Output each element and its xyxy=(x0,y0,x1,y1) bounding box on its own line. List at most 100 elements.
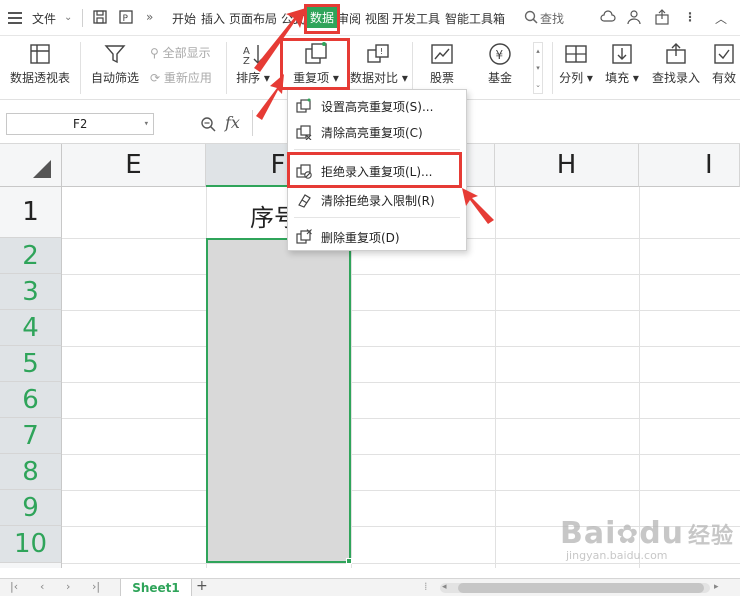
last-sheet-icon[interactable]: ›| xyxy=(92,580,100,593)
tab-smart-toolbox[interactable]: 智能工具箱 xyxy=(445,10,505,27)
tab-home[interactable]: 开始 xyxy=(172,10,196,27)
name-box[interactable]: F2 ▾ xyxy=(6,113,154,135)
splitter-icon[interactable]: ⁞ xyxy=(424,580,428,593)
column-header-i[interactable]: I xyxy=(639,144,740,187)
row-header-6[interactable]: 6 xyxy=(0,382,62,418)
scroll-right-icon[interactable]: ▸ xyxy=(714,582,719,592)
fund-button[interactable]: ¥ 基金 xyxy=(478,42,522,86)
row-header-11[interactable]: 11 xyxy=(0,563,62,568)
tab-view[interactable]: 视图 xyxy=(365,10,389,27)
tab-developer[interactable]: 开发工具 xyxy=(392,10,440,27)
tab-insert[interactable]: 插入 xyxy=(201,10,225,27)
sort-label: 排序 ▾ xyxy=(236,71,270,85)
row-header-1[interactable]: 1 xyxy=(0,187,62,238)
autofilter-button[interactable]: 自动筛选 xyxy=(88,42,142,86)
annotation-box-data-tab xyxy=(304,4,340,34)
gallery-scroll-icon[interactable]: ▴ ▾ ⌄ xyxy=(533,42,543,94)
add-sheet-button[interactable]: + xyxy=(196,578,208,594)
zoom-icon[interactable] xyxy=(200,116,216,132)
row-header-2[interactable]: 2 xyxy=(0,238,62,274)
more-options-icon[interactable]: ⋮ xyxy=(684,10,696,24)
chevron-down-icon[interactable]: ⌄ xyxy=(64,12,72,23)
stock-chart-icon xyxy=(431,44,453,64)
annotation-box-duplicates xyxy=(280,38,350,90)
validity-label: 有效 xyxy=(711,71,736,85)
cloud-sync-icon[interactable] xyxy=(600,9,616,25)
search-icon[interactable] xyxy=(524,10,538,24)
stock-button[interactable]: 股票 xyxy=(420,42,464,86)
watermark-brand2: du xyxy=(639,516,685,551)
save-icon[interactable] xyxy=(92,9,108,25)
horizontal-scroll-thumb[interactable] xyxy=(458,583,704,593)
tab-page-layout[interactable]: 页面布局 xyxy=(229,10,277,27)
svg-text:P: P xyxy=(123,14,129,24)
divider xyxy=(412,42,413,94)
prev-sheet-icon[interactable]: ‹ xyxy=(40,580,44,593)
column-header-h[interactable]: H xyxy=(495,144,639,187)
next-sheet-icon[interactable]: › xyxy=(66,580,70,593)
baidu-watermark: Bai✿du 经验 jingyan.baidu.com xyxy=(560,516,734,562)
row-header-3[interactable]: 3 xyxy=(0,274,62,310)
menu-item-delete-duplicates[interactable]: 删除重复项(D) xyxy=(288,224,466,250)
sheet-tab-bar: |‹ ‹ › ›| Sheet1 + ⁞ ◂ ▸ xyxy=(0,578,740,596)
watermark-logo: Bai✿du 经验 xyxy=(560,516,734,551)
chevron-down-icon[interactable]: ▾ xyxy=(144,114,149,134)
svg-text:¥: ¥ xyxy=(496,48,504,62)
fill-label: 填充 ▾ xyxy=(605,71,639,85)
file-menu[interactable]: 文件 xyxy=(32,10,56,27)
print-preview-icon[interactable]: P xyxy=(118,9,134,25)
row-header-10[interactable]: 10 xyxy=(0,526,62,563)
fill-handle[interactable] xyxy=(346,558,352,564)
row-header-5[interactable]: 5 xyxy=(0,346,62,382)
validity-button[interactable]: 有效 xyxy=(708,42,740,86)
collapse-ribbon-icon[interactable]: ︿ xyxy=(715,10,727,27)
menu-item-label: 设置高亮重复项(S)... xyxy=(321,100,434,114)
reapply-button[interactable]: ⟳ 重新应用 xyxy=(150,69,212,86)
divider xyxy=(226,42,227,94)
select-all-corner[interactable] xyxy=(0,144,62,187)
data-compare-button[interactable]: ! 数据对比 ▾ xyxy=(350,42,408,86)
lookup-entry-icon xyxy=(666,43,686,64)
more-icon[interactable]: » xyxy=(146,10,153,24)
tab-review[interactable]: 审阅 xyxy=(337,10,361,27)
sort-button[interactable]: A Z 排序 ▾ xyxy=(234,42,272,86)
lookup-entry-button[interactable]: 查找录入 xyxy=(650,42,702,86)
fx-icon[interactable]: fx xyxy=(225,113,240,132)
show-all-button[interactable]: ⚲ 全部显示 xyxy=(150,44,211,61)
row-header-4[interactable]: 4 xyxy=(0,310,62,346)
row-header-8[interactable]: 8 xyxy=(0,454,62,490)
sort-icon: A Z xyxy=(243,45,263,66)
scroll-left-icon[interactable]: ◂ xyxy=(442,582,447,592)
search-label[interactable]: 查找 xyxy=(540,10,564,27)
gridline xyxy=(495,187,496,568)
tab-formulas[interactable]: 公式 xyxy=(281,10,305,27)
clear-restriction-icon xyxy=(298,194,311,208)
hamburger-icon[interactable] xyxy=(8,12,22,24)
filter-icon xyxy=(104,45,126,64)
menu-divider xyxy=(294,217,460,218)
fill-button[interactable]: 填充 ▾ xyxy=(604,42,640,86)
share-user-icon[interactable] xyxy=(627,9,643,25)
lookup-entry-label: 查找录入 xyxy=(651,71,700,85)
validity-icon xyxy=(714,44,734,64)
data-compare-label: 数据对比 ▾ xyxy=(350,71,408,85)
menu-item-set-highlight-duplicates[interactable]: 设置高亮重复项(S)... xyxy=(288,93,466,119)
pivot-table-button[interactable]: 数据透视表 xyxy=(8,42,72,86)
menu-item-clear-reject-restriction[interactable]: 清除拒绝录入限制(R) xyxy=(288,187,466,213)
menu-item-clear-highlight-duplicates[interactable]: 清除高亮重复项(C) xyxy=(288,119,466,145)
selected-range-f2-f10[interactable] xyxy=(206,238,351,563)
autofilter-label: 自动筛选 xyxy=(90,71,139,85)
row-header-9[interactable]: 9 xyxy=(0,490,62,526)
reapply-label: 重新应用 xyxy=(163,71,212,85)
split-column-icon xyxy=(565,45,587,63)
split-column-button[interactable]: 分列 ▾ xyxy=(558,42,594,86)
row-header-7[interactable]: 7 xyxy=(0,418,62,454)
fund-label: 基金 xyxy=(487,71,512,85)
svg-text:Z: Z xyxy=(243,56,250,66)
reapply-icon: ⟳ xyxy=(150,71,161,85)
share-icon[interactable] xyxy=(654,9,670,25)
menu-item-label: 删除重复项(D) xyxy=(321,231,400,245)
first-sheet-icon[interactable]: |‹ xyxy=(10,580,18,593)
sheet-tab-sheet1[interactable]: Sheet1 xyxy=(120,579,192,596)
column-header-e[interactable]: E xyxy=(62,144,206,187)
